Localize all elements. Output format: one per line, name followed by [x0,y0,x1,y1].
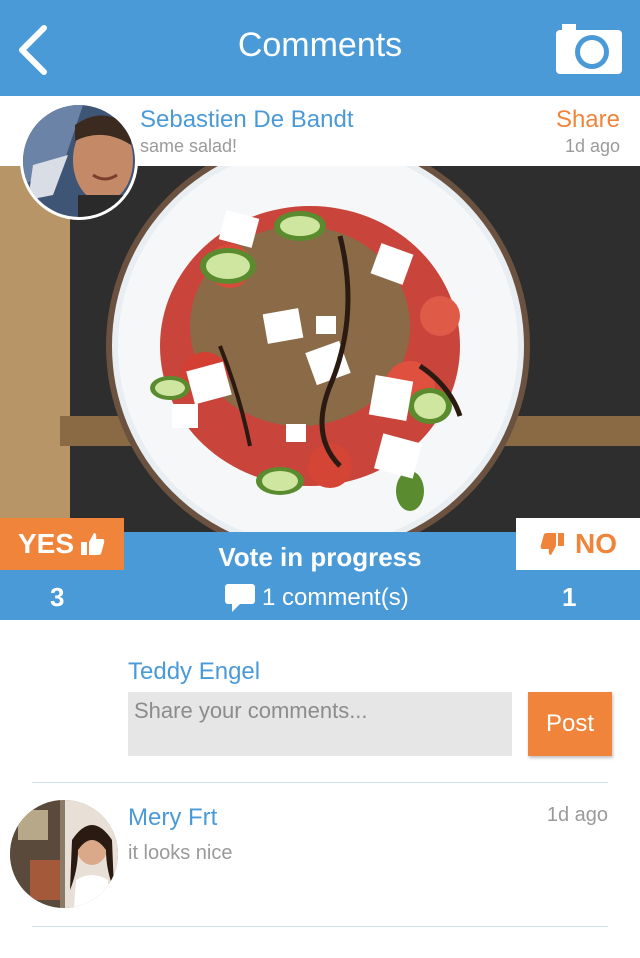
post-comment-button[interactable]: Post [528,692,612,756]
top-bar: Comments [0,0,640,96]
no-count: 1 [562,582,577,612]
comment-input[interactable] [128,692,512,756]
speech-bubble-icon [225,584,255,612]
comment-author-avatar[interactable] [10,800,118,908]
yes-count: 3 [50,582,65,612]
post-author-avatar[interactable] [20,102,138,220]
comment-text: it looks nice [128,842,233,864]
composer-user-name: Teddy Engel [128,658,261,685]
comment-count[interactable]: 1 comment(s) [224,582,409,614]
divider [32,926,608,927]
share-button[interactable]: Share [556,106,620,134]
thumbs-down-icon [540,533,564,555]
divider [32,782,608,783]
comment-author-name[interactable]: Mery Frt [128,804,217,832]
camera-icon[interactable] [554,20,624,76]
comment-timestamp: 1d ago [546,804,608,826]
page-title: Comments [237,26,403,64]
thumbs-up-icon [81,533,105,555]
vote-yes-label: YES [17,528,75,559]
comment-count-label: 1 comment(s) [262,584,409,611]
vote-no-button[interactable]: NO [516,518,640,570]
post-author-name[interactable]: Sebastien De Bandt [140,106,353,134]
vote-yes-button[interactable]: YES [0,518,124,570]
post-photo [0,166,640,532]
post-caption: same salad! [140,136,238,156]
vote-no-label: NO [575,528,617,559]
post-timestamp: 1d ago [564,136,620,156]
